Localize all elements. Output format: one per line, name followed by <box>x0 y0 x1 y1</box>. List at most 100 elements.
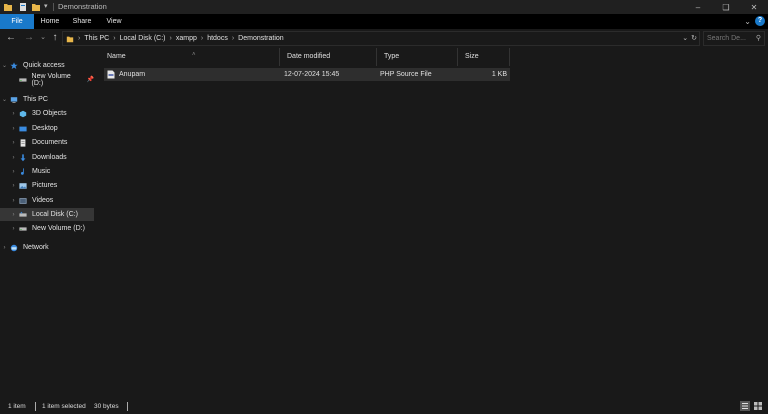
expand-ribbon-icon[interactable]: ⌄ <box>744 17 751 26</box>
chevron-right-icon[interactable]: › <box>78 35 80 42</box>
status-selected-size: 30 bytes <box>94 403 119 410</box>
chevron-right-icon[interactable]: › <box>9 212 18 218</box>
nav-item-new-volume[interactable]: › New Volume (D:) <box>0 222 94 235</box>
status-separator <box>127 402 128 411</box>
nav-item-network[interactable]: › Network <box>0 241 94 254</box>
nav-item-label: Local Disk (C:) <box>32 211 78 218</box>
large-icons-view-icon[interactable] <box>753 401 763 411</box>
nav-item-music[interactable]: › Music <box>0 165 94 178</box>
ribbon-tabs: File Home Share View ⌄ ? <box>0 14 768 29</box>
forward-button[interactable]: → <box>22 31 36 45</box>
title-separator <box>53 3 54 11</box>
chevron-right-icon[interactable]: › <box>9 111 18 117</box>
breadcrumb-local-disk[interactable]: Local Disk (C:) <box>120 35 166 42</box>
desktop-icon <box>19 126 27 131</box>
tab-file[interactable]: File <box>0 14 34 29</box>
chevron-right-icon[interactable]: › <box>232 35 234 42</box>
pc-icon <box>10 96 18 103</box>
drive-icon <box>19 226 27 231</box>
table-row[interactable]: Anupam 12-07-2024 15:45 PHP Source File … <box>104 68 510 81</box>
nav-item-documents[interactable]: › Documents <box>0 136 94 149</box>
nav-item-videos[interactable]: › Videos <box>0 194 94 207</box>
column-header-name[interactable]: Name ˄ <box>100 48 280 66</box>
nav-item-label: 3D Objects <box>32 110 67 117</box>
nav-item-3d-objects[interactable]: › 3D Objects <box>0 107 94 120</box>
up-button[interactable]: ↑ <box>48 31 62 45</box>
nav-item-label: Quick access <box>23 62 65 69</box>
chevron-down-icon[interactable]: ⌄ <box>0 62 9 69</box>
tab-view[interactable]: View <box>100 14 128 29</box>
nav-item-pictures[interactable]: › Pictures <box>0 179 94 192</box>
nav-item-desktop[interactable]: › Desktop <box>0 122 94 135</box>
column-header-type[interactable]: Type <box>377 48 458 66</box>
status-separator <box>35 402 36 411</box>
address-bar[interactable]: › This PC › Local Disk (C:) › xampp › ht… <box>62 31 700 46</box>
breadcrumb-demonstration[interactable]: Demonstration <box>238 35 284 42</box>
nav-item-label: Downloads <box>32 154 67 161</box>
column-header-label: Size <box>465 53 479 60</box>
close-button[interactable]: ✕ <box>740 0 768 14</box>
php-file-icon <box>107 70 115 79</box>
chevron-right-icon[interactable]: › <box>9 155 18 161</box>
column-header-size[interactable]: Size <box>458 48 510 66</box>
back-button[interactable]: ← <box>4 31 18 45</box>
minimize-button[interactable]: – <box>684 0 712 14</box>
column-header-label: Date modified <box>287 53 331 60</box>
nav-item-quick-access[interactable]: ⌄ Quick access <box>0 59 94 72</box>
chevron-right-icon[interactable]: › <box>170 35 172 42</box>
help-icon[interactable]: ? <box>755 16 765 26</box>
properties-icon[interactable] <box>18 2 28 12</box>
folder-icon <box>4 4 12 11</box>
refresh-icon[interactable]: ↻ <box>691 34 697 42</box>
nav-item-label: New Volume (D:) <box>31 72 71 87</box>
column-header-label: Name <box>107 53 126 60</box>
chevron-down-icon[interactable]: ⌄ <box>0 96 9 103</box>
file-size: 1 KB <box>491 71 507 78</box>
file-type: PHP Source File <box>380 71 432 78</box>
navigation-pane: ⌄ Quick access New Volume (D:) 📌 ⌄ This … <box>0 48 94 399</box>
nav-item-label: Desktop <box>32 125 58 132</box>
address-row: ← → ⌄ ↑ › This PC › Local Disk (C:) › xa… <box>0 29 768 48</box>
chevron-right-icon[interactable]: › <box>0 245 9 251</box>
video-icon <box>19 197 27 204</box>
chevron-right-icon[interactable]: › <box>9 198 18 204</box>
nav-item-label: Videos <box>32 197 54 204</box>
breadcrumb-xampp[interactable]: xampp <box>176 35 197 42</box>
chevron-right-icon[interactable]: › <box>9 169 18 175</box>
music-icon <box>20 167 24 175</box>
breadcrumb-this-pc[interactable]: This PC <box>84 35 109 42</box>
network-icon <box>10 244 18 251</box>
nav-item-new-volume-pinned[interactable]: New Volume (D:) 📌 <box>0 72 94 87</box>
chevron-right-icon[interactable]: › <box>201 35 203 42</box>
chevron-right-icon[interactable]: › <box>9 140 18 146</box>
nav-item-label: Pictures <box>32 182 58 189</box>
details-view-icon[interactable] <box>740 401 750 411</box>
maximize-button[interactable]: ❑ <box>712 0 740 14</box>
nav-item-this-pc[interactable]: ⌄ This PC <box>0 93 94 106</box>
nav-item-label: Network <box>23 244 49 251</box>
tab-share[interactable]: Share <box>68 14 96 29</box>
nav-item-downloads[interactable]: › Downloads <box>0 151 94 164</box>
file-list-pane: Name ˄ Date modified Type Size Anupam 12… <box>94 48 768 399</box>
nav-item-local-disk[interactable]: › Local Disk (C:) <box>0 208 94 221</box>
search-input[interactable]: Search De... ⚲ <box>703 31 765 46</box>
address-dropdown-icon[interactable]: ⌄ <box>682 34 688 42</box>
file-name: Anupam <box>119 71 146 78</box>
chevron-right-icon[interactable]: › <box>9 126 18 132</box>
chevron-right-icon[interactable]: › <box>9 183 18 189</box>
new-folder-icon[interactable] <box>31 2 41 12</box>
column-header-date-modified[interactable]: Date modified <box>280 48 377 66</box>
star-icon <box>10 61 18 69</box>
nav-item-label: Music <box>32 168 51 175</box>
chevron-right-icon[interactable]: › <box>113 35 115 42</box>
status-bar: 1 item 1 item selected 30 bytes <box>0 399 768 414</box>
chevron-right-icon[interactable]: › <box>9 226 18 232</box>
cube-icon <box>19 110 27 117</box>
quick-access-toolbar-dropdown-icon[interactable]: ▾ <box>44 2 48 10</box>
sort-ascending-icon: ˄ <box>192 52 196 58</box>
nav-item-label: Documents <box>32 139 68 146</box>
tab-home[interactable]: Home <box>36 14 64 29</box>
title-bar: ▾ Demonstration – ❑ ✕ <box>0 0 768 14</box>
status-item-count: 1 item <box>8 403 26 410</box>
breadcrumb-htdocs[interactable]: htdocs <box>207 35 228 42</box>
